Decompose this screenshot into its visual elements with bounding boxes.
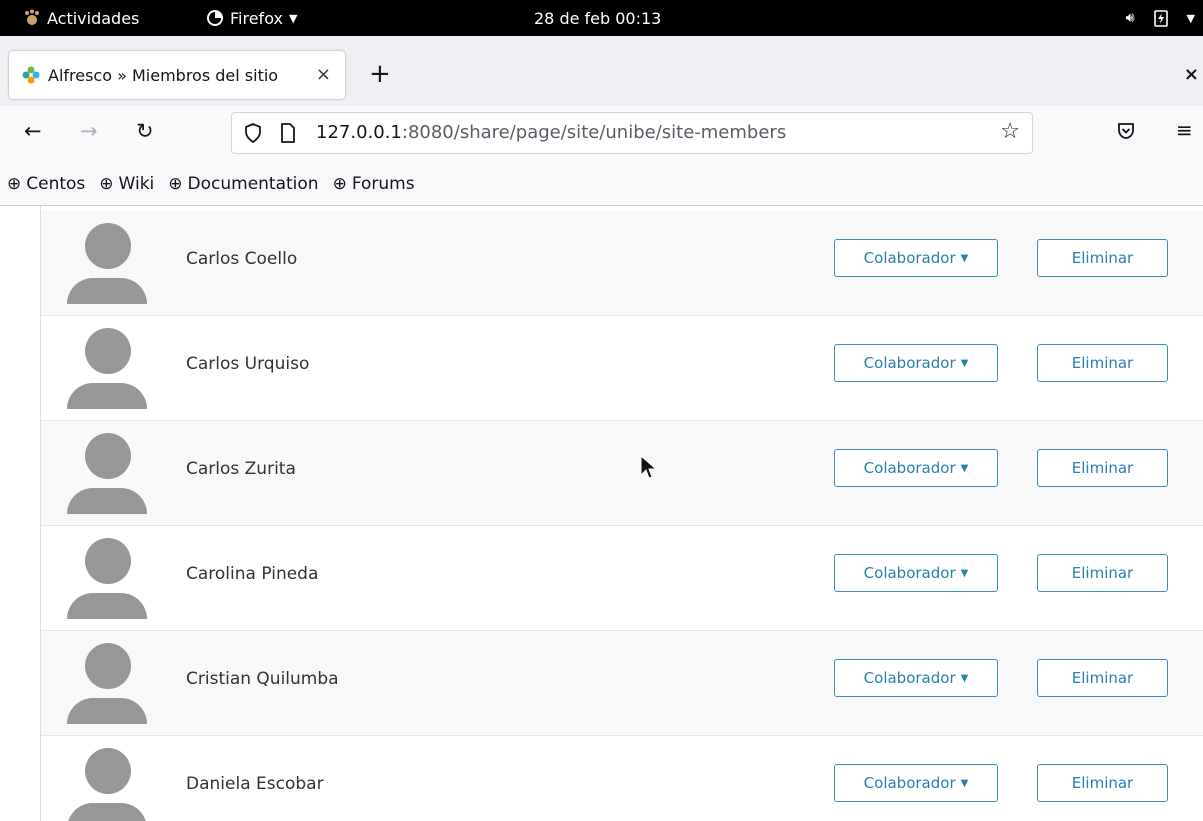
forward-arrow-icon[interactable]: →	[80, 119, 98, 143]
avatar	[67, 748, 147, 821]
mouse-pointer-icon	[640, 454, 658, 485]
chevron-down-icon: ▼	[1186, 11, 1195, 25]
member-name[interactable]: Daniela Escobar	[186, 774, 324, 794]
activities-button[interactable]: Actividades	[23, 0, 139, 36]
bookmark-label: Forums	[351, 173, 415, 194]
role-label: Colaborador	[863, 669, 956, 687]
volume-icon: 🔊︎	[1125, 10, 1135, 26]
role-label: Colaborador	[863, 564, 956, 582]
globe-icon: ⊕	[168, 173, 183, 194]
window-close-icon[interactable]: ×	[1184, 64, 1199, 85]
url-host: 127.0.0.1	[316, 122, 402, 143]
remove-member-button[interactable]: Eliminar	[1037, 449, 1168, 487]
avatar	[67, 328, 147, 409]
caret-down-icon: ▼	[960, 357, 969, 369]
avatar	[67, 643, 147, 724]
url-text[interactable]: 127.0.0.1:8080/share/page/site/unibe/sit…	[316, 122, 786, 143]
activities-label: Actividades	[47, 8, 140, 28]
member-name[interactable]: Carlos Urquiso	[186, 354, 309, 374]
member-row: Cristian Quilumba Colaborador ▼ Eliminar	[41, 631, 1203, 736]
bookmark-forums[interactable]: ⊕ Forums	[333, 174, 415, 194]
role-dropdown-button[interactable]: Colaborador ▼	[834, 554, 998, 592]
role-label: Colaborador	[863, 774, 956, 792]
remove-member-button[interactable]: Eliminar	[1037, 764, 1168, 802]
battery-icon	[1153, 9, 1169, 27]
tab-title: Alfresco » Miembros del sitio	[48, 65, 279, 85]
caret-down-icon: ▼	[960, 672, 969, 684]
role-label: Colaborador	[863, 249, 956, 267]
role-label: Colaborador	[863, 354, 956, 372]
close-tab-icon[interactable]: ×	[316, 64, 331, 85]
member-name[interactable]: Cristian Quilumba	[186, 669, 339, 689]
chevron-down-icon: ▼	[288, 11, 298, 25]
bookmark-label: Centos	[26, 173, 86, 194]
back-arrow-icon[interactable]: ←	[24, 119, 42, 143]
globe-icon: ⊕	[7, 173, 22, 194]
address-bar[interactable]: 127.0.0.1:8080/share/page/site/unibe/sit…	[231, 112, 1033, 154]
bookmark-documentation[interactable]: ⊕ Documentation	[168, 174, 318, 194]
avatar	[67, 433, 147, 514]
tracking-shield-icon[interactable]	[244, 123, 262, 147]
role-dropdown-button[interactable]: Colaborador ▼	[834, 764, 998, 802]
remove-member-button[interactable]: Eliminar	[1037, 554, 1168, 592]
app-menu[interactable]: Firefox ▼	[206, 0, 297, 36]
role-dropdown-button[interactable]: Colaborador ▼	[834, 344, 998, 382]
caret-down-icon: ▼	[960, 777, 969, 789]
caret-down-icon: ▼	[960, 462, 969, 474]
caret-down-icon: ▼	[960, 567, 969, 579]
reload-icon[interactable]: ↻	[136, 119, 154, 143]
remove-member-button[interactable]: Eliminar	[1037, 659, 1168, 697]
app-menu-label: Firefox	[230, 8, 283, 28]
globe-icon: ⊕	[99, 173, 114, 194]
role-dropdown-button[interactable]: Colaborador ▼	[834, 239, 998, 277]
member-row: Carlos Zurita Colaborador ▼ Eliminar	[41, 421, 1203, 526]
bookmark-label: Documentation	[187, 173, 319, 194]
member-row: Carlos Coello Colaborador ▼ Eliminar	[41, 211, 1203, 316]
role-dropdown-button[interactable]: Colaborador ▼	[834, 449, 998, 487]
globe-icon: ⊕	[332, 173, 347, 194]
system-top-bar: Actividades Firefox ▼ 28 de feb 00:13 🔊︎…	[0, 0, 1203, 36]
member-name[interactable]: Carolina Pineda	[186, 564, 318, 584]
remove-member-button[interactable]: Eliminar	[1037, 239, 1168, 277]
avatar	[67, 538, 147, 619]
new-tab-button[interactable]: +	[369, 59, 391, 89]
member-name[interactable]: Carlos Coello	[186, 249, 297, 269]
role-dropdown-button[interactable]: Colaborador ▼	[834, 659, 998, 697]
clock[interactable]: 28 de feb 00:13	[534, 0, 661, 36]
avatar	[67, 223, 147, 304]
bookmarks-toolbar: ⊕ Centos ⊕ Wiki ⊕ Documentation ⊕ Forums	[0, 162, 1203, 206]
member-name[interactable]: Carlos Zurita	[186, 459, 296, 479]
bookmark-label: Wiki	[118, 173, 155, 194]
role-label: Colaborador	[863, 459, 956, 477]
bookmark-star-icon[interactable]: ☆	[1000, 119, 1020, 144]
site-members-list: Carlos Coello Colaborador ▼ Eliminar Car…	[40, 206, 1203, 821]
bookmark-wiki[interactable]: ⊕ Wiki	[99, 174, 154, 194]
remove-member-button[interactable]: Eliminar	[1037, 344, 1168, 382]
member-row: Carlos Urquiso Colaborador ▼ Eliminar	[41, 316, 1203, 421]
tab-strip: Alfresco » Miembros del sitio × + ×	[0, 36, 1203, 106]
page-content: Carlos Coello Colaborador ▼ Eliminar Car…	[0, 206, 1203, 821]
url-path: :8080/share/page/site/unibe/site-members	[401, 122, 787, 143]
system-tray[interactable]: 🔊︎ ▼	[1126, 0, 1195, 36]
tab-alfresco-members[interactable]: Alfresco » Miembros del sitio ×	[9, 51, 345, 99]
hamburger-menu-icon[interactable]: ≡	[1176, 118, 1193, 142]
page-info-icon[interactable]	[280, 123, 296, 147]
member-row: Daniela Escobar Colaborador ▼ Eliminar	[41, 736, 1203, 821]
caret-down-icon: ▼	[960, 252, 969, 264]
gnome-foot-icon	[23, 9, 41, 27]
alfresco-favicon-icon	[22, 66, 40, 84]
member-row: Carolina Pineda Colaborador ▼ Eliminar	[41, 526, 1203, 631]
pocket-icon[interactable]	[1116, 121, 1136, 145]
navigation-toolbar: ← → ↻ 127.0.0.1:8080/share/page/site/uni…	[0, 106, 1203, 162]
firefox-icon	[206, 9, 224, 27]
bookmark-centos[interactable]: ⊕ Centos	[7, 174, 85, 194]
